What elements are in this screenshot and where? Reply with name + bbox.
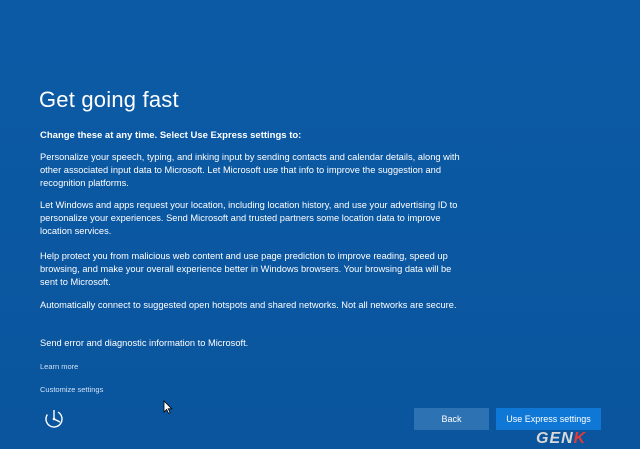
back-button[interactable]: Back <box>414 408 489 430</box>
page-subtitle: Change these at any time. Select Use Exp… <box>40 130 302 141</box>
oobe-screen: Get going fast Change these at any time.… <box>0 0 640 449</box>
watermark-accent: K <box>573 430 587 447</box>
customize-settings-link[interactable]: Customize settings <box>40 385 103 394</box>
paragraph-browser-protection: Help protect you from malicious web cont… <box>40 251 452 287</box>
page-title: Get going fast <box>39 87 179 112</box>
ease-of-access-icon[interactable] <box>42 407 66 431</box>
genk-watermark-logo: GENK <box>536 430 586 448</box>
learn-more-link[interactable]: Learn more <box>40 362 78 371</box>
paragraph-location: Let Windows and apps request your locati… <box>40 200 458 236</box>
paragraph-personalization: Personalize your speech, typing, and ink… <box>40 152 460 188</box>
watermark-main: GEN <box>536 430 574 447</box>
use-express-settings-button[interactable]: Use Express settings <box>496 408 601 430</box>
paragraph-hotspots: Automatically connect to suggested open … <box>40 300 457 310</box>
mouse-pointer-icon <box>163 400 173 414</box>
paragraph-diagnostics: Send error and diagnostic information to… <box>40 338 249 348</box>
